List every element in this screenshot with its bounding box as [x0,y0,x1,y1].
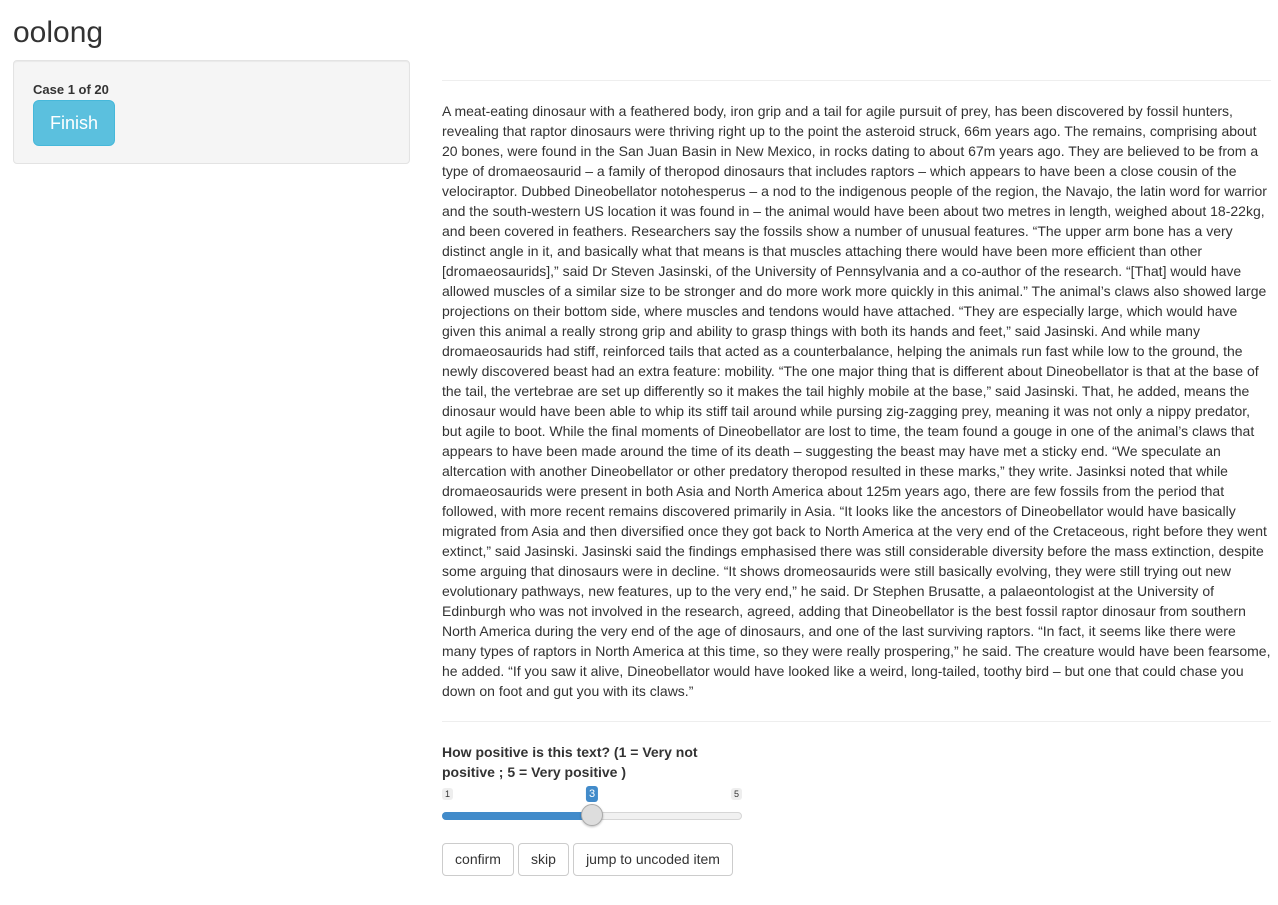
slider-fill [442,812,592,820]
slider-handle[interactable] [581,804,603,826]
case-counter: Case 1 of 20 [33,82,109,97]
slider-value-label: 3 [585,786,599,802]
question-label: How positive is this text? (1 = Very not… [442,744,698,780]
skip-button[interactable]: skip [518,843,569,876]
divider-top [442,80,1271,81]
app-title: oolong [13,16,104,49]
slider-min-label: 1 [442,788,454,800]
rating-slider[interactable]: 1 5 3 [442,786,742,830]
divider-bottom [442,721,1271,722]
side-panel: Case 1 of 20 Finish [13,60,410,164]
article-text: A meat-eating dinosaur with a feathered … [442,103,1271,699]
slider-max-label: 5 [730,788,742,800]
finish-button[interactable]: Finish [33,100,115,146]
confirm-button[interactable]: confirm [442,843,514,876]
jump-to-uncoded-button[interactable]: jump to uncoded item [573,843,733,876]
